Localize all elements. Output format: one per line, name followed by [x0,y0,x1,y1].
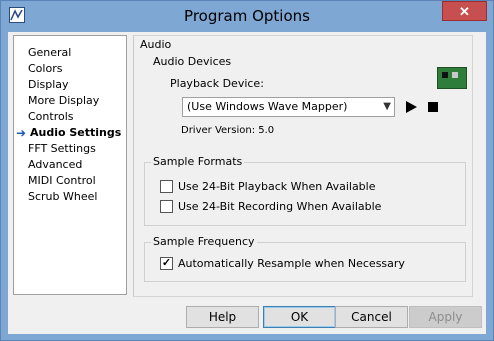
driver-version-text: Driver Version: 5.0 [181,125,275,136]
sample-formats-group: Sample Formats Use 24-Bit Playback When … [144,155,466,226]
play-icon[interactable] [406,101,417,113]
nav-item-general[interactable]: General [28,45,71,61]
sound-card-icon [437,67,467,89]
playback-device-label: Playback Device: [170,77,264,90]
sample-frequency-group: Sample Frequency ✓ Automatically Resampl… [144,235,466,282]
nav-item-display[interactable]: Display [28,77,69,93]
sample-formats-label: Sample Formats [151,155,245,168]
chevron-down-icon: ▼ [383,101,391,112]
nav-item-more-display[interactable]: More Display [28,93,99,109]
cancel-button[interactable]: Cancel [335,306,408,328]
help-button[interactable]: Help [186,306,259,328]
window-title: Program Options [184,7,310,25]
checkmark-icon: ✓ [161,257,172,269]
title-bar[interactable]: Program Options ✕ [1,1,493,32]
options-category-list[interactable]: General Colors Display More Display Cont… [13,35,127,295]
label-24bit-recording[interactable]: Use 24-Bit Recording When Available [178,200,381,213]
ok-button[interactable]: OK [263,306,336,328]
nav-item-scrub-wheel[interactable]: Scrub Wheel [28,189,97,205]
audio-devices-label: Audio Devices [153,55,232,68]
sample-frequency-label: Sample Frequency [151,235,257,248]
close-icon: ✕ [459,4,470,19]
label-24bit-playback[interactable]: Use 24-Bit Playback When Available [178,180,375,193]
stop-icon[interactable] [428,102,438,112]
audio-devices-group: Audio Devices Playback Device: (Use Wind… [144,55,467,144]
nav-item-midi-control[interactable]: MIDI Control [28,173,96,189]
close-button[interactable]: ✕ [442,1,487,21]
checkbox-auto-resample[interactable]: ✓ [160,257,173,270]
checkbox-24bit-recording[interactable] [160,200,173,213]
checkbox-24bit-playback[interactable] [160,180,173,193]
program-options-window: Program Options ✕ General Colors Display… [0,0,494,341]
panel-heading: Audio [140,38,172,51]
nav-item-fft-settings[interactable]: FFT Settings [28,141,96,157]
apply-button[interactable]: Apply [409,306,482,328]
audio-settings-panel: Audio Audio Devices Playback Device: (Us… [133,35,473,297]
selected-arrow-icon: ➜ [16,126,27,140]
playback-device-select[interactable]: (Use Windows Wave Mapper) ▼ [182,97,395,117]
nav-item-controls[interactable]: Controls [28,109,74,125]
nav-item-colors[interactable]: Colors [28,61,62,77]
label-auto-resample[interactable]: Automatically Resample when Necessary [178,257,405,270]
playback-device-value: (Use Windows Wave Mapper) [187,100,348,113]
dialog-body: General Colors Display More Display Cont… [8,32,486,334]
nav-item-advanced[interactable]: Advanced [28,157,82,173]
nav-item-audio-settings[interactable]: Audio Settings [30,125,121,141]
